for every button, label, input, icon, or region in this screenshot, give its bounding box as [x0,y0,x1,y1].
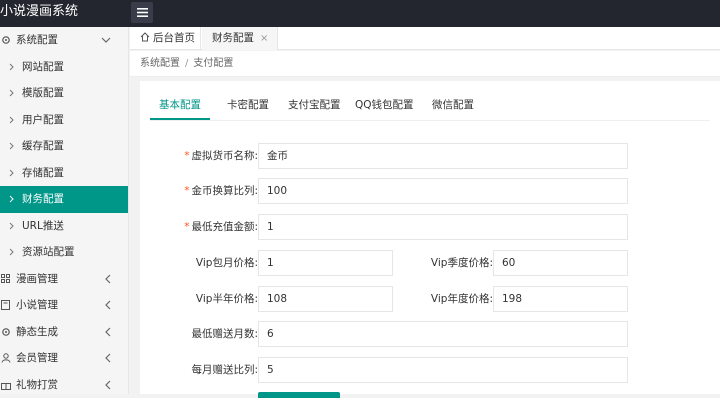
tab-label: 后台首页 [153,32,195,44]
chevron-left-icon [105,372,111,395]
breadcrumb-current: 支付配置 [193,58,234,69]
config-card: 基本配置 卡密配置 支付宝配置 QQ钱包配置 微信配置 * 虚拟货币名称: 金币 … [140,81,720,398]
sidebar-item-template-config[interactable]: 模版配置 [0,80,128,107]
app-title: 小说漫画系统 [0,4,79,19]
exchange-ratio-input[interactable]: 100 [258,178,628,204]
sidebar-group-label: 礼物打赏 [16,378,58,391]
grid-icon [1,266,13,292]
sidebar-item-finance-config[interactable]: 财务配置 [0,186,128,213]
sidebar-group-label: 系统配置 [16,34,58,46]
page-tab-bar: 后台首页 财务配置 × [130,27,720,50]
sidebar-group-comic-manage[interactable]: 漫画管理 [0,266,128,293]
top-bar: 小说漫画系统 [0,0,720,27]
min-gift-months-input[interactable]: 6 [258,321,628,347]
tab-label: 财务配置 [212,32,254,44]
tab-basic-config[interactable]: 基本配置 [150,91,210,120]
sidebar: 系统配置 网站配置 模版配置 用户配置 缓存配置 存储配置 财务配置 URL推送… [0,27,129,394]
vip-half-year-input[interactable]: 108 [258,286,393,312]
sidebar-item-label: 模版配置 [22,87,64,99]
book-icon [1,292,13,318]
breadcrumb: 系统配置 / 支付配置 [130,51,720,77]
vip-year-input[interactable]: 198 [493,286,628,312]
vip-quarter-input[interactable]: 60 [493,250,628,276]
chevron-right-icon [9,186,14,212]
gear-icon [1,27,13,53]
chevron-right-icon [9,133,14,159]
sidebar-group-label: 静态生成 [16,325,58,338]
required-mark: * [184,185,190,197]
sidebar-item-label: 缓存配置 [22,140,64,152]
config-tabs: 基本配置 卡密配置 支付宝配置 QQ钱包配置 微信配置 [150,91,710,121]
sidebar-item-label: 网站配置 [22,60,64,73]
currency-name-label: * 虚拟货币名称: [184,150,258,162]
close-icon[interactable]: × [260,33,268,44]
sidebar-group-static-gen[interactable]: 静态生成 [0,319,128,346]
gift-icon [1,372,13,395]
tab-wechat-config[interactable]: 微信配置 [432,91,474,120]
chevron-right-icon [9,160,14,186]
tab-card-config[interactable]: 卡密配置 [227,91,269,120]
sidebar-item-storage-config[interactable]: 存储配置 [0,160,128,187]
vip-year-label: Vip年度价格: [430,293,493,305]
user-icon [1,345,13,371]
sidebar-group-system-config[interactable]: 系统配置 [0,27,128,54]
required-mark: * [184,150,190,162]
min-recharge-label: * 最低充值金额: [184,221,258,233]
main-content: 系统配置 / 支付配置 基本配置 卡密配置 支付宝配置 QQ钱包配置 微信配置 * 虚… [130,51,720,398]
vip-month-input[interactable]: 1 [258,250,393,276]
chevron-left-icon [105,292,111,318]
chevron-right-icon [9,54,14,80]
sidebar-item-user-config[interactable]: 用户配置 [0,107,128,134]
vip-quarter-label: Vip季度价格: [430,257,493,269]
hamburger-icon [136,8,148,17]
vip-half-year-label: Vip半年价格: [195,293,258,305]
chevron-right-icon [9,213,14,239]
sidebar-group-gift-tips[interactable]: 礼物打赏 [0,372,128,395]
vip-month-label: Vip包月价格: [195,257,258,269]
menu-toggle-button[interactable] [131,2,153,23]
sidebar-item-label: URL推送 [22,219,64,232]
chevron-down-icon [101,27,111,53]
chevron-right-icon [9,239,14,265]
breadcrumb-parent[interactable]: 系统配置 [140,58,180,69]
sidebar-item-cache-config[interactable]: 缓存配置 [0,133,128,160]
gear-icon [1,319,13,345]
tab-finance-config[interactable]: 财务配置 × [202,27,278,50]
chevron-right-icon [9,107,14,133]
chevron-left-icon [105,319,111,345]
sidebar-item-label: 资源站配置 [22,246,75,258]
sidebar-item-label: 存储配置 [22,166,64,179]
sidebar-group-novel-manage[interactable]: 小说管理 [0,292,128,319]
home-icon [140,32,150,42]
tab-alipay-config[interactable]: 支付宝配置 [288,91,341,120]
sidebar-group-label: 会员管理 [16,352,58,364]
required-mark: * [184,221,190,233]
tab-home[interactable]: 后台首页 [130,27,201,50]
sidebar-group-member-manage[interactable]: 会员管理 [0,345,128,372]
tab-qqwallet-config[interactable]: QQ钱包配置 [355,91,414,120]
sidebar-item-site-config[interactable]: 网站配置 [0,54,128,81]
sidebar-item-label: 财务配置 [22,193,64,205]
monthly-gift-ratio-label: 每月赠送比列: [191,364,258,376]
breadcrumb-separator: / [185,58,189,69]
sidebar-group-label: 漫画管理 [16,272,58,285]
chevron-right-icon [9,80,14,106]
min-recharge-input[interactable]: 1 [258,214,628,240]
monthly-gift-ratio-input[interactable]: 5 [258,357,628,383]
submit-button[interactable] [258,392,340,398]
sidebar-item-url-push[interactable]: URL推送 [0,213,128,240]
exchange-ratio-label: * 金币换算比列: [184,185,258,197]
sidebar-item-label: 用户配置 [22,113,64,126]
currency-name-input[interactable]: 金币 [258,143,628,169]
chevron-left-icon [105,266,111,292]
chevron-left-icon [105,345,111,371]
sidebar-group-label: 小说管理 [16,299,58,311]
min-gift-months-label: 最低赠送月数: [191,328,258,340]
sidebar-item-resource-config[interactable]: 资源站配置 [0,239,128,266]
